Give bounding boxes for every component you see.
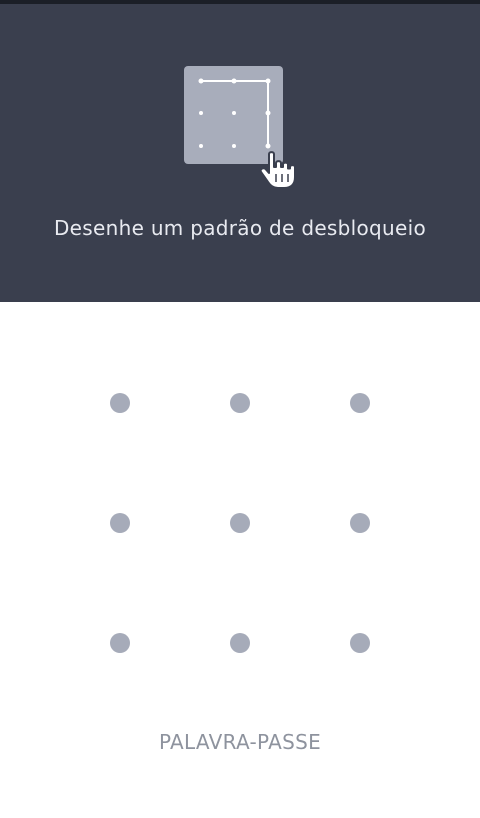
pattern-dot-5[interactable] <box>180 463 300 583</box>
pattern-dot-6[interactable] <box>300 463 420 583</box>
pattern-dot-9[interactable] <box>300 583 420 703</box>
dot-icon <box>110 393 130 413</box>
pattern-dot-2[interactable] <box>180 343 300 463</box>
dot-icon <box>350 393 370 413</box>
pattern-grid[interactable] <box>60 343 420 703</box>
dot-icon <box>110 633 130 653</box>
header-panel: Desenhe um padrão de desbloqueio <box>0 4 480 302</box>
pattern-dot-4[interactable] <box>60 463 180 583</box>
hand-pointer-icon <box>258 150 302 192</box>
pattern-dot-8[interactable] <box>180 583 300 703</box>
pattern-dot-7[interactable] <box>60 583 180 703</box>
password-button[interactable]: PALAVRA-PASSE <box>120 722 360 762</box>
pattern-dot-1[interactable] <box>60 343 180 463</box>
instruction-text: Desenhe um padrão de desbloqueio <box>53 216 426 240</box>
dot-icon <box>350 513 370 533</box>
dot-icon <box>230 513 250 533</box>
dot-icon <box>350 633 370 653</box>
dot-icon <box>230 633 250 653</box>
dot-icon <box>110 513 130 533</box>
dot-icon <box>230 393 250 413</box>
pattern-dot-3[interactable] <box>300 343 420 463</box>
